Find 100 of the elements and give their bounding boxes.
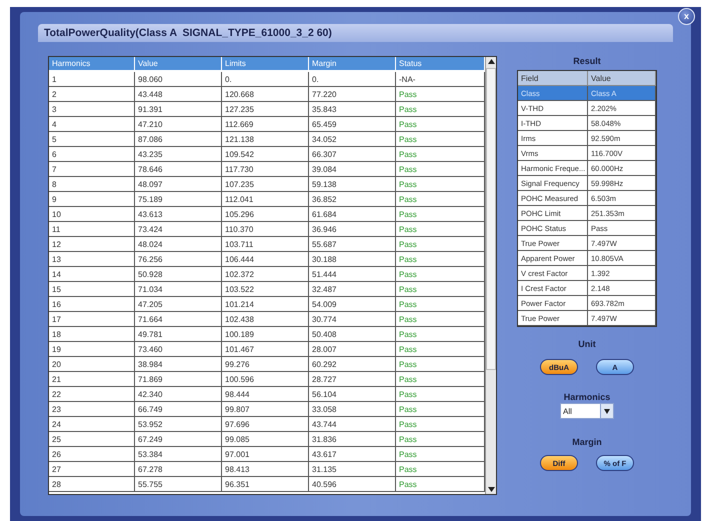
table-cell: 6 (49, 147, 135, 162)
table-cell: 22 (49, 387, 135, 402)
table-cell: 99.085 (222, 432, 309, 447)
table-cell: 99.276 (222, 357, 309, 372)
table-cell: 31.135 (309, 462, 396, 477)
table-cell: 32.487 (309, 282, 396, 297)
table-cell: 36.946 (309, 222, 396, 237)
table-cell: 102.438 (222, 312, 309, 327)
result-heading: Result (573, 56, 601, 66)
table-cell: 53.384 (135, 447, 222, 462)
table-cell: 73.424 (135, 222, 222, 237)
table-cell: 98.413 (222, 462, 309, 477)
table-cell: 1 (49, 72, 135, 87)
table-cell: 78.646 (135, 162, 222, 177)
table-cell: 30.774 (309, 312, 396, 327)
table-cell: 2 (49, 87, 135, 102)
table-cell: 10 (49, 207, 135, 222)
table-cell: 7 (49, 162, 135, 177)
table-cell: 20 (49, 357, 135, 372)
table-cell: 112.041 (222, 192, 309, 207)
table-cell: 101.467 (222, 342, 309, 357)
table-cell: 19 (49, 342, 135, 357)
table-cell: 5 (49, 132, 135, 147)
table-cell: 27 (49, 462, 135, 477)
table-cell: 28.007 (309, 342, 396, 357)
table-cell: 106.444 (222, 252, 309, 267)
table-cell: 53.952 (135, 417, 222, 432)
table-cell: 97.696 (222, 417, 309, 432)
table-cell: 67.278 (135, 462, 222, 477)
table-cell: 65.459 (309, 117, 396, 132)
table-cell: 75.189 (135, 192, 222, 207)
table-cell: 0. (222, 72, 309, 87)
table-cell: 36.852 (309, 192, 396, 207)
table-cell: 23 (49, 402, 135, 417)
table-cell: 60.292 (309, 357, 396, 372)
column-header: Status (396, 57, 485, 70)
table-cell: 51.444 (309, 267, 396, 282)
table-cell: 66.307 (309, 147, 396, 162)
table-cell: 50.408 (309, 327, 396, 342)
table-cell: 16 (49, 297, 135, 312)
scroll-bar[interactable] (485, 57, 496, 494)
table-cell: 103.522 (222, 282, 309, 297)
table-cell: 47.205 (135, 297, 222, 312)
table-cell: 98.060 (135, 72, 222, 87)
table-cell: 42.340 (135, 387, 222, 402)
table-cell: 28.727 (309, 372, 396, 387)
column-header: Field (518, 71, 588, 86)
table-cell: 8 (49, 177, 135, 192)
table-cell: 49.781 (135, 327, 222, 342)
table-cell: 117.730 (222, 162, 309, 177)
table-cell: 31.836 (309, 432, 396, 447)
table-cell: 28 (49, 477, 135, 492)
table-cell: 18 (49, 327, 135, 342)
table-cell: 21 (49, 372, 135, 387)
table-cell: 87.086 (135, 132, 222, 147)
scroll-down-icon[interactable] (488, 487, 494, 492)
table-cell: 98.444 (222, 387, 309, 402)
table-cell: 66.749 (135, 402, 222, 417)
table-cell: 30.188 (309, 252, 396, 267)
table-cell: 4 (49, 117, 135, 132)
column-header: Value (135, 57, 222, 70)
close-button[interactable]: x (678, 8, 695, 25)
harmonics-label: Harmonics (564, 392, 610, 402)
table-cell: 109.542 (222, 147, 309, 162)
window-title: TotalPowerQuality(Class A SIGNAL_TYPE_61000_3_2 60) (44, 27, 332, 39)
table-cell: 25 (49, 432, 135, 447)
table-cell: 101.214 (222, 297, 309, 312)
table-cell: 14 (49, 267, 135, 282)
table-cell: 38.984 (135, 357, 222, 372)
table-cell: 39.084 (309, 162, 396, 177)
table-cell: 71.034 (135, 282, 222, 297)
table-cell: 100.189 (222, 327, 309, 342)
harmonics-dropdown[interactable]: All (560, 403, 614, 419)
table-cell: 50.928 (135, 267, 222, 282)
table-cell: 43.617 (309, 447, 396, 462)
table-cell: 102.372 (222, 267, 309, 282)
table-cell: 43.613 (135, 207, 222, 222)
column-header: Value (588, 71, 656, 86)
table-cell: 59.138 (309, 177, 396, 192)
table-cell: 56.104 (309, 387, 396, 402)
scroll-up-icon[interactable] (488, 59, 494, 64)
column-header: Harmonics (49, 57, 135, 70)
table-cell: 43.235 (135, 147, 222, 162)
table-cell: 9 (49, 192, 135, 207)
table-cell: 26 (49, 447, 135, 462)
table-cell: 47.210 (135, 117, 222, 132)
table-cell: 15 (49, 282, 135, 297)
table-cell: 43.448 (135, 87, 222, 102)
table-cell: 55.755 (135, 477, 222, 492)
dropdown-arrow-icon[interactable] (604, 408, 610, 414)
table-cell: 121.138 (222, 132, 309, 147)
column-header: Limits (222, 57, 309, 70)
table-cell: 112.669 (222, 117, 309, 132)
column-header: Margin (309, 57, 396, 70)
table-cell: 67.249 (135, 432, 222, 447)
table-cell: 96.351 (222, 477, 309, 492)
table-cell: 35.843 (309, 102, 396, 117)
table-cell: 3 (49, 102, 135, 117)
table-cell: 33.058 (309, 402, 396, 417)
table-cell: 48.024 (135, 237, 222, 252)
